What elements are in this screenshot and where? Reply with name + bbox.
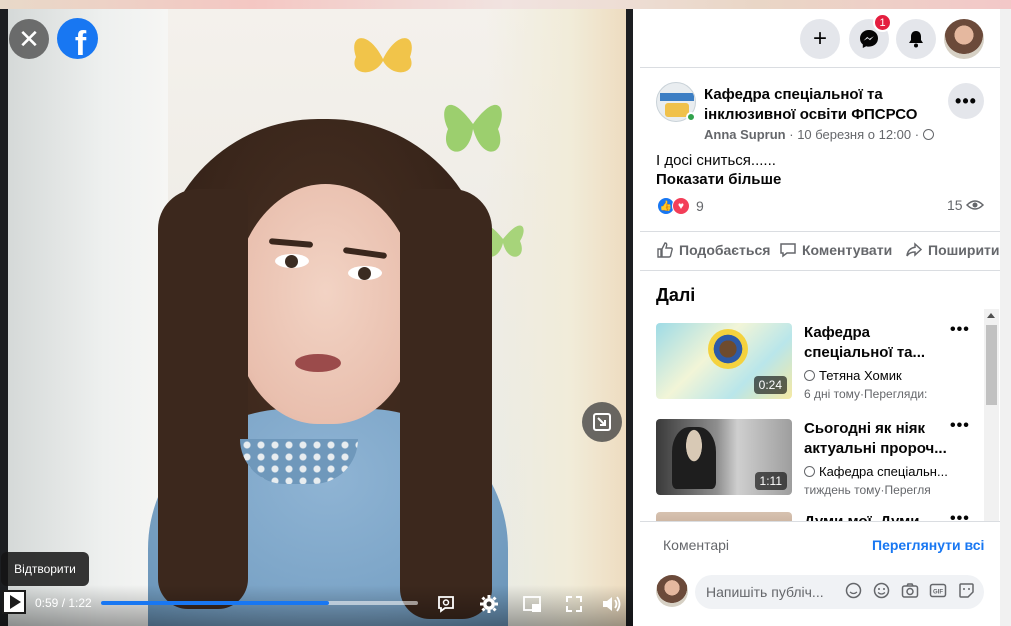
video-thumbnail[interactable]: 1:11 [656,419,792,495]
list-item[interactable]: Думи мої. Думи ••• [656,512,986,521]
minimize-video-button[interactable] [582,402,622,442]
reaction-count: 9 [696,198,704,214]
post-meta: Anna Suprun · 10 березня о 12:00 · [704,127,938,142]
globe-icon [804,370,815,381]
globe-icon [804,466,815,477]
globe-icon [922,129,934,140]
fullscreen-icon[interactable] [563,593,585,615]
more-options-button[interactable]: ••• [950,417,970,435]
browser-top-strip [0,0,1011,9]
video-thumbnail[interactable]: 0:24 [656,323,792,399]
more-options-button[interactable]: ••• [950,321,970,339]
video-duration: 1:11 [754,472,787,490]
reactions-summary[interactable]: 👍 ♥ 9 [657,196,704,216]
page-scrollbar[interactable] [1000,9,1011,626]
camera-icon[interactable] [901,582,919,599]
suggestions-scrollbar[interactable] [984,309,999,521]
view-count: 15 [947,197,985,213]
like-button[interactable]: Подобається [656,241,770,259]
avatar[interactable] [656,575,688,607]
eye-icon [966,200,985,210]
share-icon [906,242,923,257]
avatar-sticker-icon[interactable] [845,582,862,599]
account-avatar[interactable] [944,19,984,59]
video-author[interactable]: Кафедра спеціальн... [804,464,954,479]
post-text: І досі сниться...... [656,152,776,169]
video-title[interactable]: Кафедра спеціальної та... [804,323,954,363]
video-title[interactable]: Сьогодні як ніяк актуальні пророч... [804,419,954,459]
close-icon[interactable]: ✕ [9,19,49,59]
video-duration: 0:24 [753,376,787,394]
gear-icon[interactable] [478,593,500,615]
facebook-logo[interactable]: f [57,18,98,59]
share-button[interactable]: Поширити [905,241,1000,259]
view-all-comments-link[interactable]: Переглянути всі [872,537,984,553]
video-timecode: 0:59 / 1:22 [35,596,92,610]
video-controls: 0:59 / 1:22 [0,585,633,626]
person-face [233,184,418,424]
video-frame [8,9,626,626]
love-reaction-icon: ♥ [672,197,690,215]
gif-icon[interactable]: GIF [929,582,947,599]
svg-text:GIF: GIF [933,590,943,596]
video-title[interactable]: Думи мої. Думи [804,512,954,521]
sticker-icon[interactable] [958,582,975,599]
video-thumbnail[interactable] [656,512,792,521]
page-name-link[interactable]: Кафедра спеціальної та інклюзивної освіт… [704,85,934,125]
notification-badge: 1 [873,13,892,32]
butterfly-decoration [354,38,412,73]
captions-icon[interactable] [435,593,457,615]
play-button[interactable] [2,590,26,614]
more-options-button[interactable]: ••• [950,512,970,521]
emoji-icon[interactable] [873,582,890,599]
video-player[interactable]: ✕ f Відтворити 0:59 / 1:22 [0,0,633,626]
video-progress-fill [101,601,330,605]
show-more-link[interactable]: Показати більше [656,171,781,188]
post-actions: Подобається Коментувати Поширити [640,231,1000,271]
video-meta: тиждень тому·Перегля [804,483,931,497]
comment-placeholder: Напишіть публіч... [706,584,824,600]
more-options-button[interactable]: ••• [948,83,984,119]
video-meta: 6 дні тому·Перегляди: [804,387,928,401]
post-date[interactable]: 10 березня о 12:00 [797,127,911,142]
volume-icon[interactable] [601,593,623,615]
comment-button[interactable]: Коментувати [779,241,892,259]
minimize-icon [593,413,611,431]
plus-icon[interactable]: + [800,19,840,59]
scroll-up-arrow[interactable] [987,313,995,318]
video-author[interactable]: Тетяна Хомик [804,368,954,383]
up-next-heading: Далі [656,285,696,305]
comments-label: Коментарі [663,537,730,553]
online-status-dot [686,112,696,122]
thumbs-up-icon [657,242,673,258]
butterfly-decoration [444,104,502,152]
list-item[interactable]: 1:11 Сьогодні як ніяк актуальні пророч..… [656,417,986,499]
video-progress-bar[interactable] [101,601,418,605]
bell-icon[interactable] [896,19,936,59]
comment-icon [780,243,796,258]
scrollbar-thumb[interactable] [986,325,997,405]
mini-player-icon[interactable] [521,593,543,615]
post-author[interactable]: Anna Suprun [704,127,786,142]
list-item[interactable]: 0:24 Кафедра спеціальної та... Тетяна Хо… [656,321,986,403]
play-tooltip: Відтворити [1,552,89,586]
